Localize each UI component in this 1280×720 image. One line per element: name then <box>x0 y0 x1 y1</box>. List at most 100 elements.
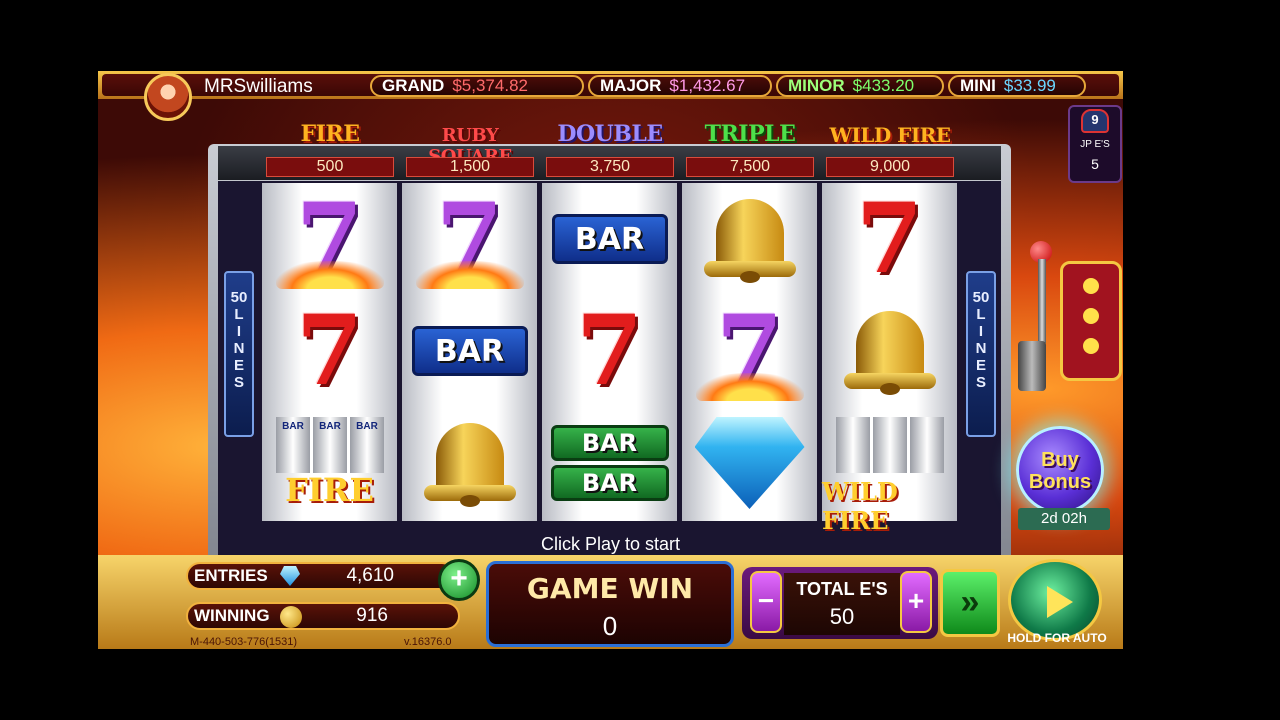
bell-icon <box>842 303 938 399</box>
reel-2: 7 BAR <box>402 183 537 521</box>
lines-letter: L <box>234 306 244 323</box>
menu-dot-icon <box>1083 308 1099 324</box>
winning-value: 916 <box>356 605 388 626</box>
bar-label: BAR <box>574 221 645 257</box>
add-entries-button[interactable]: + <box>438 559 480 601</box>
reel-value-wild-fire: 9,000 <box>826 157 954 177</box>
reel-value-triple: 7,500 <box>686 157 814 177</box>
hold-for-auto-label: HOLD FOR AUTO <box>1007 631 1107 645</box>
menu-dot-icon <box>1083 278 1099 294</box>
lines-letter: I <box>236 323 242 340</box>
jackpot-mini-label: MINI <box>960 76 996 95</box>
seven-glyph: 7 <box>856 182 923 295</box>
reel-value-ruby-square: 1,500 <box>406 157 534 177</box>
bell-symbol <box>682 183 817 295</box>
bell-symbol <box>402 407 537 519</box>
entries-label: ENTRIES <box>194 566 268 585</box>
play-icon <box>1047 586 1073 618</box>
reel-5: 7 WILD FIRE <box>822 183 957 535</box>
red-seven-symbol: 7 <box>542 295 677 407</box>
bar-icon: BAR <box>551 214 668 264</box>
lines-letter: E <box>975 357 986 374</box>
decrease-bet-button[interactable]: − <box>750 571 782 633</box>
reel-title-double: DOUBLE <box>557 121 663 147</box>
seven-glyph: 7 <box>576 294 643 407</box>
purple-seven-symbol: 7 <box>262 183 397 295</box>
green-bar-icon: BAR <box>550 425 669 461</box>
lines-letter: N <box>975 340 987 357</box>
bell-symbol <box>822 295 957 407</box>
jp-es-badge: 9 <box>1081 109 1109 133</box>
diamond-symbol <box>682 407 817 519</box>
jp-es-value: 5 <box>1091 156 1099 172</box>
play-button[interactable] <box>1008 559 1102 641</box>
total-bet-display: TOTAL E'S 50 <box>784 573 900 635</box>
bar-label: BAR <box>581 469 638 497</box>
jp-es-label: JP E'S <box>1080 139 1110 150</box>
coin-icon <box>280 606 302 628</box>
reel-title-fire: FIRE <box>300 121 360 147</box>
red-seven-symbol: 7 <box>822 183 957 295</box>
double-bar-symbol: BAR BAR <box>542 407 677 519</box>
bar-label: BAR <box>581 429 638 457</box>
buy-bonus-line1: Buy <box>1041 449 1079 471</box>
reel-4: 7 <box>682 183 817 521</box>
mini-bar-label: BAR <box>276 417 310 473</box>
bar-label: BAR <box>434 333 505 369</box>
green-bar-icon: BAR <box>550 465 669 501</box>
total-bet-label: TOTAL E'S <box>796 579 888 599</box>
lines-letter: S <box>233 374 244 391</box>
version-label: v.16376.0 <box>404 636 452 648</box>
lines-indicator-right: 50 L I N E S <box>966 271 996 437</box>
jackpot-mini-value: $33.99 <box>1003 76 1056 95</box>
winning-label: WINNING <box>194 606 270 625</box>
total-bet-value: 50 <box>829 604 855 629</box>
fire-logo-text: FIRE <box>285 471 374 509</box>
mini-reels-icon <box>836 417 944 473</box>
increase-bet-button[interactable]: + <box>900 571 932 633</box>
diamond-icon <box>694 417 805 509</box>
jackpot-grand: GRAND $5,374.82 <box>370 75 584 97</box>
winning-field: WINNING 916 <box>186 602 460 630</box>
jackpot-minor: MINOR $433.20 <box>776 75 944 97</box>
purple-seven-symbol: 7 <box>402 183 537 295</box>
lines-letter: E <box>233 357 244 374</box>
reel-3: BAR 7 BAR BAR <box>542 183 677 521</box>
jackpot-mini: MINI $33.99 <box>948 75 1086 97</box>
seven-glyph: 7 <box>296 294 363 407</box>
game-win-label: GAME WIN <box>526 572 694 605</box>
entries-field: ENTRIES 4,610 <box>186 562 456 590</box>
entries-value: 4,610 <box>346 565 394 586</box>
lines-letter: I <box>978 323 984 340</box>
jackpot-grand-value: $5,374.82 <box>452 76 528 95</box>
menu-button[interactable] <box>1060 261 1122 381</box>
bonus-timer: 2d 02h <box>1018 508 1110 530</box>
bell-icon <box>422 415 518 511</box>
buy-bonus-line2: Bonus <box>1028 471 1092 493</box>
turbo-button[interactable]: » <box>940 569 1000 637</box>
bar-symbol: BAR <box>402 295 537 407</box>
menu-dot-icon <box>1083 338 1099 354</box>
lines-count: 50 <box>230 289 248 306</box>
lines-letter: N <box>233 340 245 357</box>
game-win-value: 0 <box>602 611 618 641</box>
lines-letter: L <box>976 306 986 323</box>
lines-count: 50 <box>972 289 990 306</box>
reel-value-double: 3,750 <box>546 157 674 177</box>
mini-reels-icon: BAR BAR BAR <box>276 417 384 473</box>
game-win-panel: GAME WIN 0 <box>486 561 734 647</box>
username: MRSwilliams <box>204 76 313 97</box>
bar-icon: BAR <box>411 326 528 376</box>
player-avatar[interactable] <box>144 73 192 121</box>
reel-1: 7 7 BAR BAR BAR FIRE <box>262 183 397 521</box>
slot-game: MRSwilliams GRAND $5,374.82 MAJOR $1,432.6… <box>98 71 1123 649</box>
mini-bar-label: BAR <box>313 417 347 473</box>
jackpot-grand-label: GRAND <box>382 76 445 95</box>
jp-es-panel[interactable]: 9 JP E'S 5 <box>1068 105 1122 183</box>
jackpot-major: MAJOR $1,432.67 <box>588 75 772 97</box>
jackpot-minor-label: MINOR <box>788 76 845 95</box>
lines-letter: S <box>975 374 986 391</box>
buy-bonus-button[interactable]: Buy Bonus <box>1016 426 1104 514</box>
machine-id: M-440-503-776(1531) <box>190 636 298 648</box>
wild-fire-logo-symbol: WILD FIRE <box>822 407 957 535</box>
